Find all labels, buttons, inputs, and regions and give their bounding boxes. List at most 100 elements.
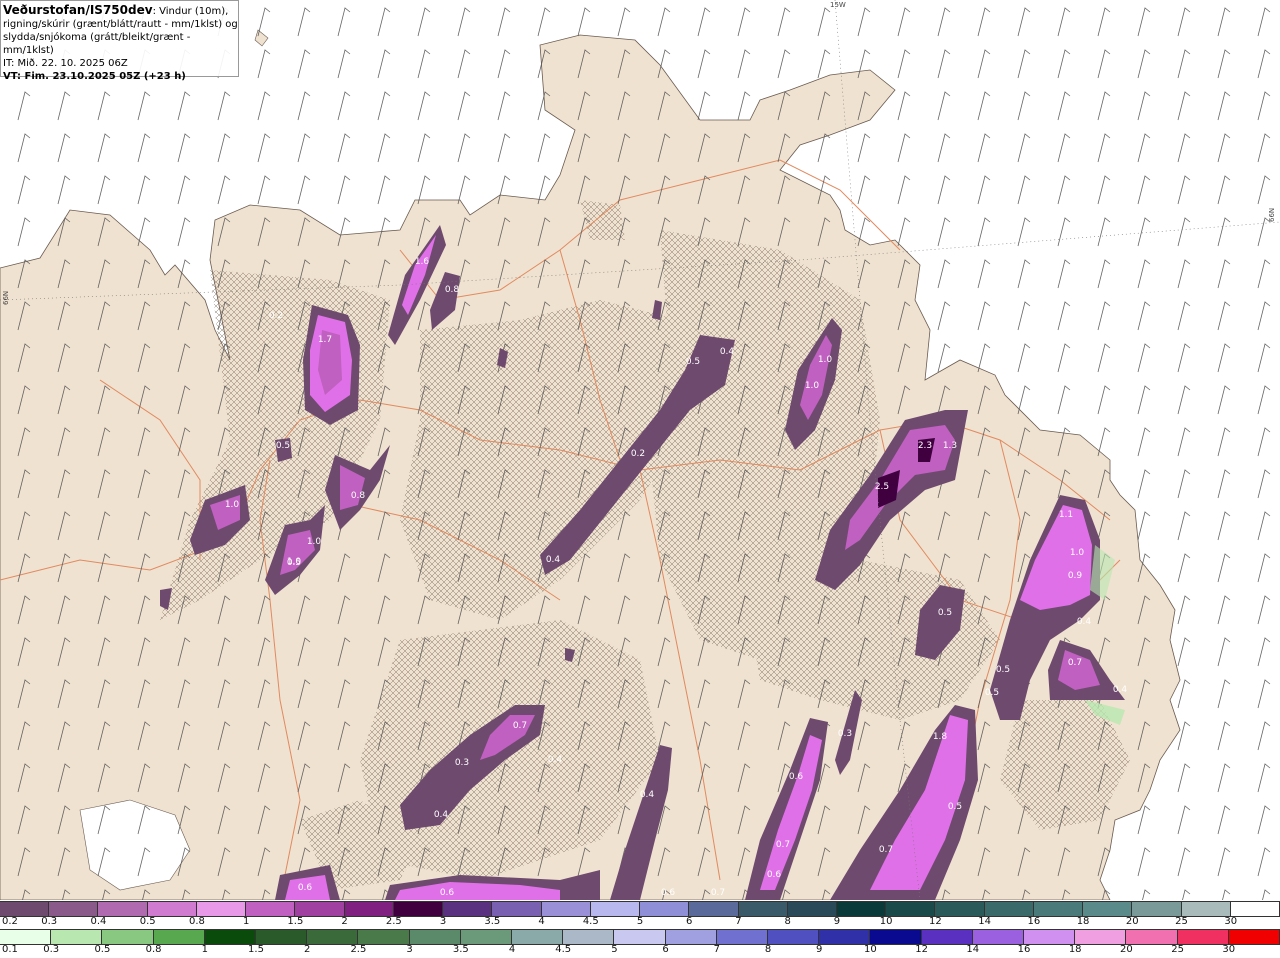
- rain-legend-colorbar: [0, 929, 1280, 945]
- snow-legend-swatch: [787, 902, 837, 916]
- precip-value-label: 0.5: [984, 688, 1000, 698]
- snow-legend-tick-label: 0.2: [2, 916, 18, 927]
- rain-legend-tick-label: 4: [508, 944, 516, 955]
- snow-legend-tick-label: 10: [879, 916, 893, 927]
- precip-value-label: 1.0: [1069, 548, 1085, 558]
- precip-value-label: 0.2: [268, 311, 284, 321]
- precip-value-label: 1.0: [306, 537, 322, 547]
- snow-legend-tick-label: 14: [978, 916, 991, 927]
- rain-legend-swatch: [51, 930, 103, 944]
- snow-legend-swatch: [689, 902, 739, 916]
- precip-value-label: 1.0: [804, 381, 820, 391]
- rain-legend-swatch: [512, 930, 564, 944]
- precip-value-label: 0.5: [275, 441, 291, 451]
- snow-legend-tick-label: 7: [735, 916, 742, 927]
- precip-value-label: 0.6: [788, 772, 804, 782]
- precip-value-label: 0.6: [660, 888, 676, 898]
- snow-legend-tick-label: 25: [1175, 916, 1188, 927]
- rain-legend-tick-label: 0.3: [43, 944, 60, 955]
- snow-legend-colorbar: [0, 901, 1280, 917]
- snow-legend-tick-label: 2.5: [385, 916, 402, 927]
- rain-legend-tick-label: 14: [966, 944, 980, 955]
- snow-legend-swatch: [590, 902, 641, 916]
- snow-legend-swatch: [49, 902, 99, 916]
- rain-legend-tick-label: 8: [764, 944, 772, 955]
- precip-value-label: 0.7: [710, 888, 726, 898]
- rain-legend-swatch: [768, 930, 820, 944]
- precip-value-label: 1.3: [942, 441, 958, 451]
- snow-legend-tick-label: 0.3: [41, 916, 58, 927]
- snow-legend-tick-label: 30: [1224, 916, 1238, 927]
- rain-legend-swatch: [204, 930, 257, 944]
- rain-legend-swatch: [153, 930, 205, 944]
- snow-legend-ticks: 0.2 0.3 0.4 0.5 0.8 1 1.5 2 2.5 3 3.5 4 4.5 5 6 7 8 9 10 12…: [0, 916, 1280, 930]
- map-edge-label-top: 15W: [830, 1, 846, 9]
- header-init-time: IT: Mið. 22. 10. 2025 06Z: [3, 58, 128, 69]
- snow-legend-swatch: [738, 902, 788, 916]
- rain-legend-swatch: [409, 930, 461, 944]
- precip-value-label: 0.6: [439, 888, 455, 898]
- snow-legend-swatch: [196, 902, 247, 916]
- rain-legend-tick-label: 7: [713, 944, 720, 955]
- snow-legend-tick-label: 2: [341, 916, 348, 927]
- rain-legend-swatch: [563, 930, 615, 944]
- header-valid-time: VT: Fim. 23.10.2025 05Z (+23 h): [3, 71, 186, 82]
- snow-legend-tick-label: 9: [833, 916, 841, 927]
- precip-value-label: 0.2: [630, 449, 646, 459]
- precip-value-label: 0.7: [878, 845, 894, 855]
- snow-legend-tick-label: 1.5: [287, 916, 304, 927]
- rain-legend-swatch: [1024, 930, 1076, 944]
- rain-legend-swatch: [358, 930, 410, 944]
- snow-legend: 0.2 0.3 0.4 0.5 0.8 1 1.5 2 2.5 3 3.5 4 4.5 5 6 7 8 9 10 12…: [0, 901, 1280, 930]
- precip-value-label: 1.1: [1058, 510, 1074, 520]
- rain-legend-tick-label: 1: [201, 944, 208, 955]
- rain-legend-swatch: [0, 930, 52, 944]
- precip-value-label: 0.8: [350, 491, 366, 501]
- rain-legend-swatch: [460, 930, 513, 944]
- precip-value-label: 0.7: [775, 840, 791, 850]
- precip-value-label: 0.7: [1067, 658, 1083, 668]
- precip-value-label: 0.9: [1067, 571, 1083, 581]
- precip-value-label: 0.6: [766, 870, 782, 880]
- precip-value-label: 0.8: [444, 285, 460, 295]
- rain-legend-swatch: [614, 930, 666, 944]
- header-title: Veðurstofan/IS750dev: [3, 3, 153, 17]
- rain-legend-tick-label: 5: [611, 944, 618, 955]
- snow-legend-tick-label: 8: [784, 916, 791, 927]
- rain-legend-tick-label: 2: [304, 944, 311, 955]
- precip-value-label: 0.5: [995, 665, 1011, 675]
- snow-legend-swatch: [295, 902, 345, 916]
- snow-legend-swatch: [246, 902, 296, 916]
- snow-legend-tick-label: 3: [439, 916, 447, 927]
- precip-value-label: 0.5: [685, 357, 701, 367]
- rain-legend-swatch: [665, 930, 717, 944]
- rain-legend-tick-label: 2.5: [350, 944, 367, 955]
- rain-legend-swatch: [921, 930, 973, 944]
- snow-legend-swatch: [344, 902, 394, 916]
- precip-value-label: 0.7: [512, 721, 528, 731]
- rain-legend-tick-label: 0.1: [2, 944, 18, 955]
- snow-legend-tick-label: 4.5: [582, 916, 599, 927]
- rain-legend-tick-label: 9: [816, 944, 823, 955]
- rain-legend-tick-label: 3: [406, 944, 413, 955]
- precip-value-label: 0.4: [639, 790, 655, 800]
- snow-legend-swatch: [935, 902, 985, 916]
- snow-legend-tick-label: 4: [538, 916, 545, 927]
- precip-value-label: 0.3: [837, 729, 853, 739]
- rain-legend-swatch: [256, 930, 308, 944]
- header-description-3: slydda/snjókoma (grátt/bleikt/grænt - mm…: [3, 32, 191, 56]
- rain-legend-swatch: [307, 930, 359, 944]
- rain-legend-swatch: [870, 930, 922, 944]
- rain-legend-tick-label: 3.5: [452, 944, 469, 955]
- snow-legend-tick-label: 3.5: [484, 916, 501, 927]
- rain-legend-tick-label: 0.8: [145, 944, 162, 955]
- header-description-1: : Vindur (10m),: [152, 6, 229, 17]
- rain-legend-swatch: [102, 930, 154, 944]
- snow-legend-swatch: [836, 902, 887, 916]
- rain-legend-swatch: [716, 930, 769, 944]
- rain-legend-tick-label: 4.5: [555, 944, 572, 955]
- map-edge-label-left: 66N: [2, 290, 10, 305]
- precip-value-label: 1.0: [224, 500, 240, 510]
- snow-legend-swatch: [443, 902, 493, 916]
- snow-legend-tick-label: 18: [1076, 916, 1090, 927]
